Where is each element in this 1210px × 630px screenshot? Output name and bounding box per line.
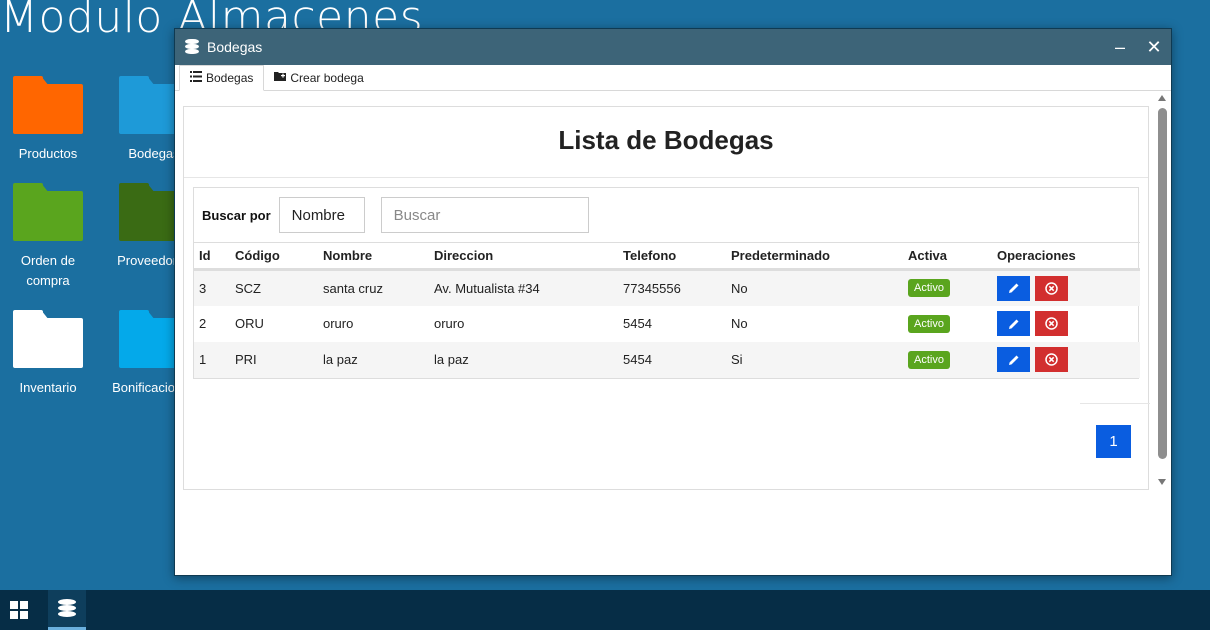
close-button[interactable]: ✕ xyxy=(1137,29,1171,65)
desktop-icon-productos[interactable]: Productos xyxy=(0,76,98,164)
column-header[interactable]: Id xyxy=(194,243,230,270)
delete-button[interactable] xyxy=(1035,347,1068,372)
bodegas-content: Lista de Bodegas Buscar por Nombre Id Có… xyxy=(183,106,1150,490)
tab-bodegas[interactable]: Bodegas xyxy=(179,65,265,91)
database-icon xyxy=(58,599,76,618)
cell-id: 3 xyxy=(199,280,207,296)
window-tabs: Bodegas Crear bodega xyxy=(175,65,1171,91)
cell-codigo: ORU xyxy=(235,316,264,331)
pencil-icon xyxy=(1008,283,1018,294)
pagination-page-button[interactable]: 1 xyxy=(1096,425,1131,458)
column-header[interactable]: Predeterminado xyxy=(726,243,903,270)
cell-predeterminado: No xyxy=(731,280,748,296)
cell-operaciones xyxy=(992,270,1140,306)
cell-activa: Activo xyxy=(903,342,992,378)
scrollbar-thumb[interactable] xyxy=(1158,108,1167,459)
column-header[interactable]: Activa xyxy=(903,243,992,270)
column-header: Operaciones xyxy=(997,248,1076,263)
taskbar xyxy=(0,590,1210,630)
column-header[interactable]: Código xyxy=(230,243,318,270)
cell-telefono: 5454 xyxy=(623,352,652,367)
taskbar-item-bodegas[interactable] xyxy=(48,590,86,630)
database-icon xyxy=(185,39,201,55)
cell-direccion: la paz xyxy=(434,352,469,367)
cell-activa: Activo xyxy=(903,270,992,306)
minimize-button[interactable]: ‒ xyxy=(1103,29,1137,65)
close-circle-icon xyxy=(1045,282,1058,295)
table-row: 2 ORU oruro oruro 5454 No Activo xyxy=(194,306,1140,342)
cell-direccion: oruro xyxy=(434,316,465,331)
folder-icon xyxy=(13,76,83,134)
tab-label: Bodegas xyxy=(206,71,254,85)
delete-button[interactable] xyxy=(1035,275,1068,301)
desktop-icon-orden-de-compra[interactable]: Orden de compra xyxy=(0,183,98,291)
cell-operaciones xyxy=(992,342,1140,378)
cell-telefono: 5454 xyxy=(623,316,652,331)
delete-button[interactable] xyxy=(1035,311,1068,336)
table-row: 1 PRI la paz la paz 5454 Si Activo xyxy=(194,341,1140,378)
window-title: Bodegas xyxy=(207,39,263,55)
search-bar: Buscar por Nombre xyxy=(194,188,1138,242)
cell-nombre: oruro xyxy=(323,316,354,331)
cell-activa: Activo xyxy=(903,306,992,342)
page-title: Lista de Bodegas xyxy=(184,107,1148,178)
column-header[interactable]: Telefono xyxy=(618,243,726,270)
table-header-row: Id Código Nombre Direccion Telefono Pred… xyxy=(194,242,1140,270)
folder-icon xyxy=(13,310,83,368)
column-header[interactable]: Nombre xyxy=(318,243,429,270)
list-icon xyxy=(190,71,202,85)
cell-operaciones xyxy=(992,306,1140,342)
cell-id: 1 xyxy=(199,352,207,367)
scroll-up-arrow-icon[interactable] xyxy=(1158,95,1166,101)
status-badge: Activo xyxy=(908,314,950,333)
bodegas-panel: Buscar por Nombre Id Código Nombre Direc… xyxy=(193,187,1140,379)
desktop-icon-label: Inventario xyxy=(19,380,77,395)
start-button[interactable] xyxy=(0,590,38,630)
search-input[interactable] xyxy=(380,197,589,233)
status-badge: Activo xyxy=(908,279,950,298)
windows-logo-icon xyxy=(10,601,28,619)
close-circle-icon xyxy=(1045,317,1058,330)
edit-button[interactable] xyxy=(997,311,1030,336)
cell-nombre: la paz xyxy=(323,352,358,367)
column-header[interactable]: Direccion xyxy=(429,243,618,270)
vertical-scrollbar[interactable] xyxy=(1155,91,1169,489)
tab-label: Crear bodega xyxy=(290,70,364,85)
desktop-icon-label: Orden de compra xyxy=(20,253,76,288)
cell-id: 2 xyxy=(199,316,207,331)
desktop-icon-inventario[interactable]: Inventario xyxy=(0,310,98,398)
cell-codigo: SCZ xyxy=(235,280,261,296)
desktop-icon-label: Productos xyxy=(18,146,78,161)
bodegas-window: Bodegas ‒ ✕ Bodegas Crear bodega Lista d… xyxy=(174,28,1172,576)
cell-predeterminado: No xyxy=(731,316,748,331)
pagination-divider xyxy=(1080,403,1150,404)
search-label: Buscar por xyxy=(202,207,271,223)
cell-codigo: PRI xyxy=(235,352,257,367)
cell-direccion: Av. Mutualista #34 xyxy=(434,280,540,296)
tab-crear-bodega[interactable]: Crear bodega xyxy=(264,65,373,90)
search-field-select[interactable]: Nombre xyxy=(278,197,365,233)
bodegas-table: Id Código Nombre Direccion Telefono Pred… xyxy=(194,242,1140,378)
close-circle-icon xyxy=(1045,353,1058,366)
edit-button[interactable] xyxy=(997,347,1030,372)
folder-plus-icon xyxy=(274,71,287,84)
scroll-down-arrow-icon[interactable] xyxy=(1158,479,1166,485)
cell-telefono: 77345556 xyxy=(623,280,681,296)
cell-nombre: santa cruz xyxy=(323,280,383,296)
window-titlebar[interactable]: Bodegas ‒ ✕ xyxy=(175,29,1171,65)
pencil-icon xyxy=(1008,319,1018,329)
folder-icon xyxy=(13,183,83,241)
pencil-icon xyxy=(1008,355,1018,365)
status-badge: Activo xyxy=(908,350,950,369)
edit-button[interactable] xyxy=(997,275,1030,301)
table-row: 3 SCZ santa cruz Av. Mutualista #34 7734… xyxy=(194,269,1140,306)
cell-predeterminado: Si xyxy=(731,352,743,367)
